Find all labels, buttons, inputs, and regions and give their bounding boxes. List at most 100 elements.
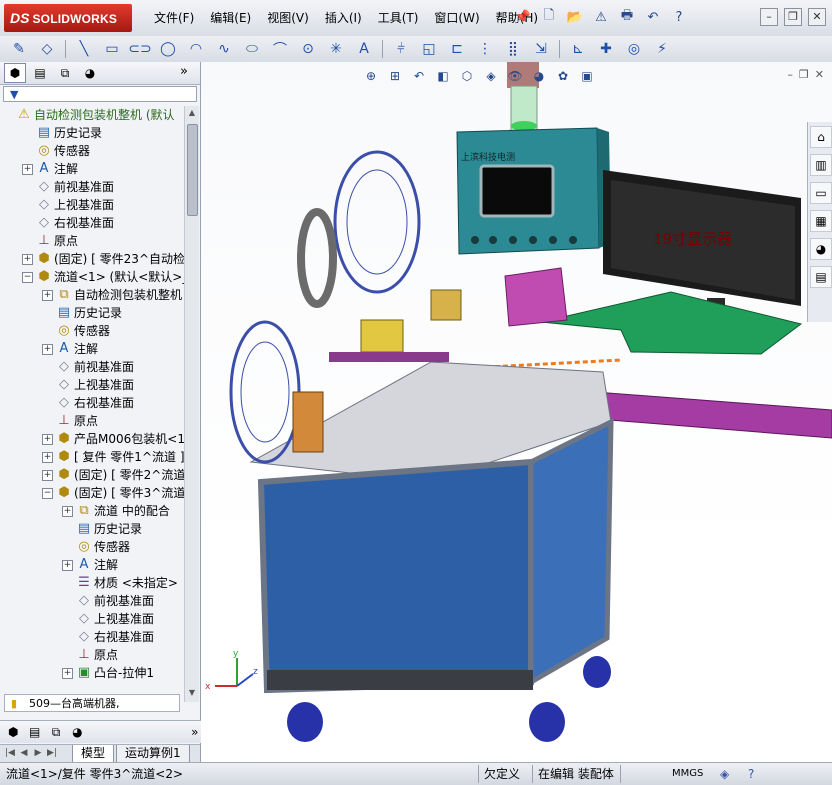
viewport-restore-icon[interactable]: ❐ xyxy=(799,68,809,81)
tree-row[interactable]: ◇ 前视基准面 xyxy=(0,592,184,610)
collapse-icon[interactable]: − xyxy=(22,272,33,283)
tree-row[interactable]: ◇ 右视基准面 xyxy=(0,394,184,412)
expand-icon[interactable]: + xyxy=(22,164,33,175)
slot-icon[interactable]: ⊂⊃ xyxy=(127,38,153,60)
tree-row[interactable]: + ▣ 凸台-拉伸1 xyxy=(0,664,184,682)
menu-edit[interactable]: 编辑(E) xyxy=(202,0,259,36)
tree-row[interactable]: + A 注解 xyxy=(0,340,184,358)
tree-row[interactable]: ◎ 传感器 xyxy=(0,142,184,160)
tree-row[interactable]: + ⧉ 自动检测包装机整机 中 xyxy=(0,286,184,304)
file-explorer-icon[interactable]: ▭ xyxy=(810,182,832,204)
apply-scene-icon[interactable]: ✿ xyxy=(553,66,573,86)
view-settings-icon[interactable]: ▣ xyxy=(577,66,597,86)
design-library-icon[interactable]: ▥ xyxy=(810,154,832,176)
spline-icon[interactable]: ∿ xyxy=(211,38,237,60)
tree-row[interactable]: + ⬢ [ 复件 零件1^流道 ]< xyxy=(0,448,184,466)
expand-icon[interactable]: + xyxy=(62,560,73,571)
file-path-field[interactable]: ▮ 509—台高端机器, xyxy=(4,694,180,712)
tree-scrollbar[interactable]: ▲ ▼ xyxy=(184,106,199,702)
display-manager-tab[interactable]: ◕ xyxy=(79,63,101,83)
hide-show-icon[interactable]: 👁 xyxy=(505,66,525,86)
undo-icon[interactable]: ↶ xyxy=(642,6,664,28)
display-manager-tab-2[interactable]: ◕ xyxy=(68,723,86,741)
menu-insert[interactable]: 插入(I) xyxy=(317,0,370,36)
section-view-icon[interactable]: ◧ xyxy=(433,66,453,86)
tree-row[interactable]: ◎ 传感器 xyxy=(0,538,184,556)
expand-icon[interactable]: + xyxy=(62,506,73,517)
previous-view-icon[interactable]: ↶ xyxy=(409,66,429,86)
first-tab-arrow-icon[interactable]: |◀ xyxy=(4,747,16,759)
next-tab-arrow-icon[interactable]: ▶ xyxy=(32,747,44,759)
feature-manager-tab[interactable]: ⬢ xyxy=(4,63,26,83)
tree-row[interactable]: ▤ 历史记录 xyxy=(0,304,184,322)
rebuild-warning-icon[interactable]: ⚠ xyxy=(590,6,612,28)
view-palette-icon[interactable]: ▦ xyxy=(810,210,832,232)
property-manager-tab-2[interactable]: ▤ xyxy=(25,723,43,741)
repair-sketch-icon[interactable]: ✚ xyxy=(593,38,619,60)
move-entities-icon[interactable]: ⇲ xyxy=(528,38,554,60)
ellipse-icon[interactable]: ⬭ xyxy=(239,38,265,60)
last-tab-arrow-icon[interactable]: ▶| xyxy=(46,747,58,759)
display-relations-icon[interactable]: ⊾ xyxy=(565,38,591,60)
tree-row[interactable]: ☰ 材质 <未指定> xyxy=(0,574,184,592)
tab-model[interactable]: 模型 xyxy=(72,745,115,763)
status-units[interactable]: MMGS xyxy=(672,763,703,785)
assembly-model[interactable]: 上滨科技电测 19寸显示器 y x z xyxy=(201,62,832,762)
zoom-to-fit-icon[interactable]: ⊕ xyxy=(361,66,381,86)
circle-icon[interactable]: ◯ xyxy=(155,38,181,60)
edit-appearance-icon[interactable]: ◕ xyxy=(529,66,549,86)
tree-row[interactable]: ⚠ 自动检测包装机整机 (默认 xyxy=(0,106,184,124)
expand-icon[interactable]: + xyxy=(22,254,33,265)
prev-tab-arrow-icon[interactable]: ◀ xyxy=(18,747,30,759)
tab-motion-study[interactable]: 运动算例1 xyxy=(116,745,190,763)
arc-icon[interactable]: ◠ xyxy=(183,38,209,60)
expand-icon[interactable]: + xyxy=(42,344,53,355)
feature-manager-tab-2[interactable]: ⬢ xyxy=(4,723,22,741)
expand-icon[interactable]: + xyxy=(42,290,53,301)
tree-row[interactable]: ▤ 历史记录 xyxy=(0,520,184,538)
tree-row[interactable]: ◇ 前视基准面 xyxy=(0,178,184,196)
convert-entities-icon[interactable]: ◱ xyxy=(416,38,442,60)
restore-icon[interactable]: ❐ xyxy=(784,8,802,26)
tree-filter[interactable]: ▼ xyxy=(3,86,197,102)
tree-row[interactable]: ▤ 历史记录 xyxy=(0,124,184,142)
scroll-up-arrow-icon[interactable]: ▲ xyxy=(187,108,197,120)
fillet-icon[interactable]: ⌒ xyxy=(267,38,293,60)
text-icon[interactable]: A xyxy=(351,38,377,60)
sketch-icon[interactable]: ✎ xyxy=(6,38,32,60)
custom-properties-icon[interactable]: ▤ xyxy=(810,266,832,288)
configuration-manager-tab[interactable]: ⧉ xyxy=(54,63,76,83)
point-icon[interactable]: ⊙ xyxy=(295,38,321,60)
expand-icon[interactable]: + xyxy=(42,470,53,481)
menu-window[interactable]: 窗口(W) xyxy=(426,0,487,36)
scroll-down-arrow-icon[interactable]: ▼ xyxy=(187,688,197,700)
property-manager-tab[interactable]: ▤ xyxy=(29,63,51,83)
tree-row[interactable]: −⬢ 流道<1> (默认<默认>_外形 xyxy=(0,268,184,286)
tree-row[interactable]: + A 注解 xyxy=(0,160,184,178)
menu-tools[interactable]: 工具(T) xyxy=(370,0,427,36)
open-folder-icon[interactable]: 📂 xyxy=(564,6,586,28)
viewport-minimize-icon[interactable]: – xyxy=(787,68,793,81)
display-style-icon[interactable]: ◈ xyxy=(481,66,501,86)
centerline-icon[interactable]: ✳ xyxy=(323,38,349,60)
view-orientation-icon[interactable]: ⬡ xyxy=(457,66,477,86)
print-icon[interactable]: 🖶 xyxy=(616,6,638,28)
help-icon[interactable]: ? xyxy=(668,6,690,28)
expand-icon[interactable]: + xyxy=(42,434,53,445)
collapse-icon[interactable]: − xyxy=(42,488,53,499)
graphics-area[interactable]: 上滨科技电测 19寸显示器 y x z ⊕ ⊞ ↶ ◧ ⬡ ◈ 👁 ◕ ✿ ▣ … xyxy=(201,62,832,762)
tree-row[interactable]: ⊥ 原点 xyxy=(0,646,184,664)
line-icon[interactable]: ╲ xyxy=(71,38,97,60)
tree-row[interactable]: ◇ 上视基准面 xyxy=(0,196,184,214)
tree-row[interactable]: + ⬢ 产品M006包装机<1> (默 xyxy=(0,430,184,448)
viewport-close-icon[interactable]: ✕ xyxy=(815,68,824,81)
menu-view[interactable]: 视图(V) xyxy=(259,0,317,36)
tree-row[interactable]: + ⧉ 流道 中的配合 xyxy=(0,502,184,520)
close-icon[interactable]: ✕ xyxy=(808,8,826,26)
status-help-icon[interactable]: ? xyxy=(748,763,754,785)
expand-icon[interactable]: + xyxy=(62,668,73,679)
status-rebuild-icon[interactable]: ◈ xyxy=(720,763,729,785)
tree-row[interactable]: ⊥ 原点 xyxy=(0,412,184,430)
configuration-manager-tab-2[interactable]: ⧉ xyxy=(47,723,65,741)
rectangle-icon[interactable]: ▭ xyxy=(99,38,125,60)
